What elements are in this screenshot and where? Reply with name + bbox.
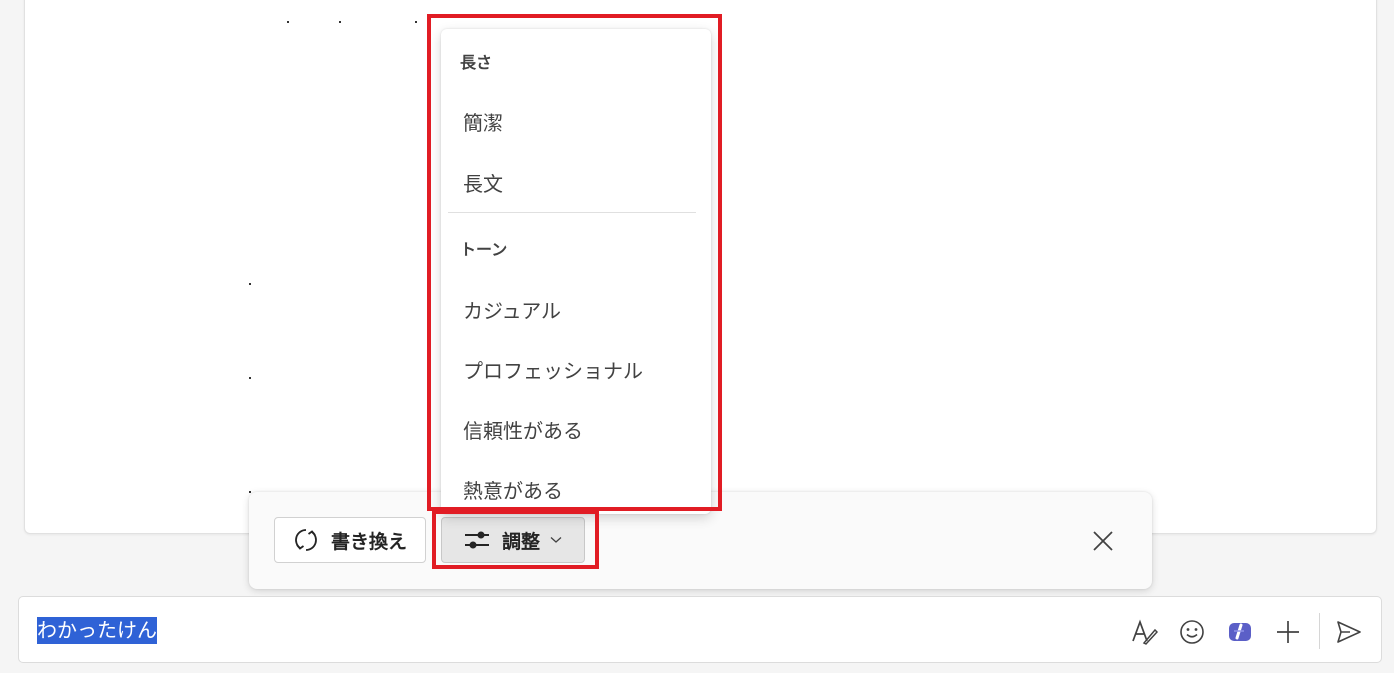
menu-item-enthusiastic[interactable]: 熱意がある bbox=[463, 475, 563, 504]
rewrite-button[interactable]: 書き換え bbox=[274, 517, 426, 563]
sliders-icon bbox=[464, 531, 489, 549]
emoji-button[interactable] bbox=[1177, 617, 1207, 647]
add-button[interactable] bbox=[1273, 617, 1303, 647]
menu-item-confident[interactable]: 信頼性がある bbox=[463, 415, 583, 444]
compose-separator bbox=[1319, 613, 1320, 649]
menu-item-professional[interactable]: プロフェッショナル bbox=[463, 355, 643, 384]
menu-divider bbox=[448, 212, 696, 213]
text-fragment bbox=[415, 21, 417, 23]
menu-item-concise[interactable]: 簡潔 bbox=[463, 107, 503, 136]
tone-section-header: トーン bbox=[460, 240, 508, 259]
text-fragment bbox=[287, 21, 289, 23]
text-fragment bbox=[249, 283, 251, 285]
length-section-header: 長さ bbox=[460, 53, 493, 72]
chevron-down-icon bbox=[550, 537, 562, 543]
copilot-button[interactable] bbox=[1225, 617, 1255, 647]
text-fragment bbox=[249, 377, 251, 379]
adjust-dropdown-menu: 長さ 簡潔 長文 トーン カジュアル プロフェッショナル 信頼性がある 熱意があ… bbox=[441, 29, 711, 514]
close-icon bbox=[1093, 531, 1113, 551]
menu-item-long[interactable]: 長文 bbox=[463, 168, 503, 197]
send-button[interactable] bbox=[1334, 617, 1364, 647]
format-text-icon bbox=[1132, 619, 1158, 645]
menu-item-casual[interactable]: カジュアル bbox=[463, 295, 561, 324]
text-fragment bbox=[249, 491, 251, 493]
format-text-button[interactable] bbox=[1129, 617, 1159, 647]
close-toolbar-button[interactable] bbox=[1083, 525, 1123, 557]
adjust-button[interactable]: 調整 bbox=[441, 517, 585, 563]
emoji-icon bbox=[1180, 620, 1204, 644]
compose-box[interactable]: わかったけん bbox=[18, 596, 1382, 663]
rewrite-label: 書き換え bbox=[330, 530, 407, 553]
text-fragment bbox=[339, 21, 341, 23]
send-icon bbox=[1337, 621, 1361, 643]
compose-selected-text[interactable]: わかったけん bbox=[37, 617, 157, 644]
refresh-icon bbox=[295, 529, 317, 551]
plus-icon bbox=[1277, 621, 1299, 643]
adjust-label: 調整 bbox=[501, 530, 540, 553]
copilot-icon bbox=[1229, 623, 1251, 641]
